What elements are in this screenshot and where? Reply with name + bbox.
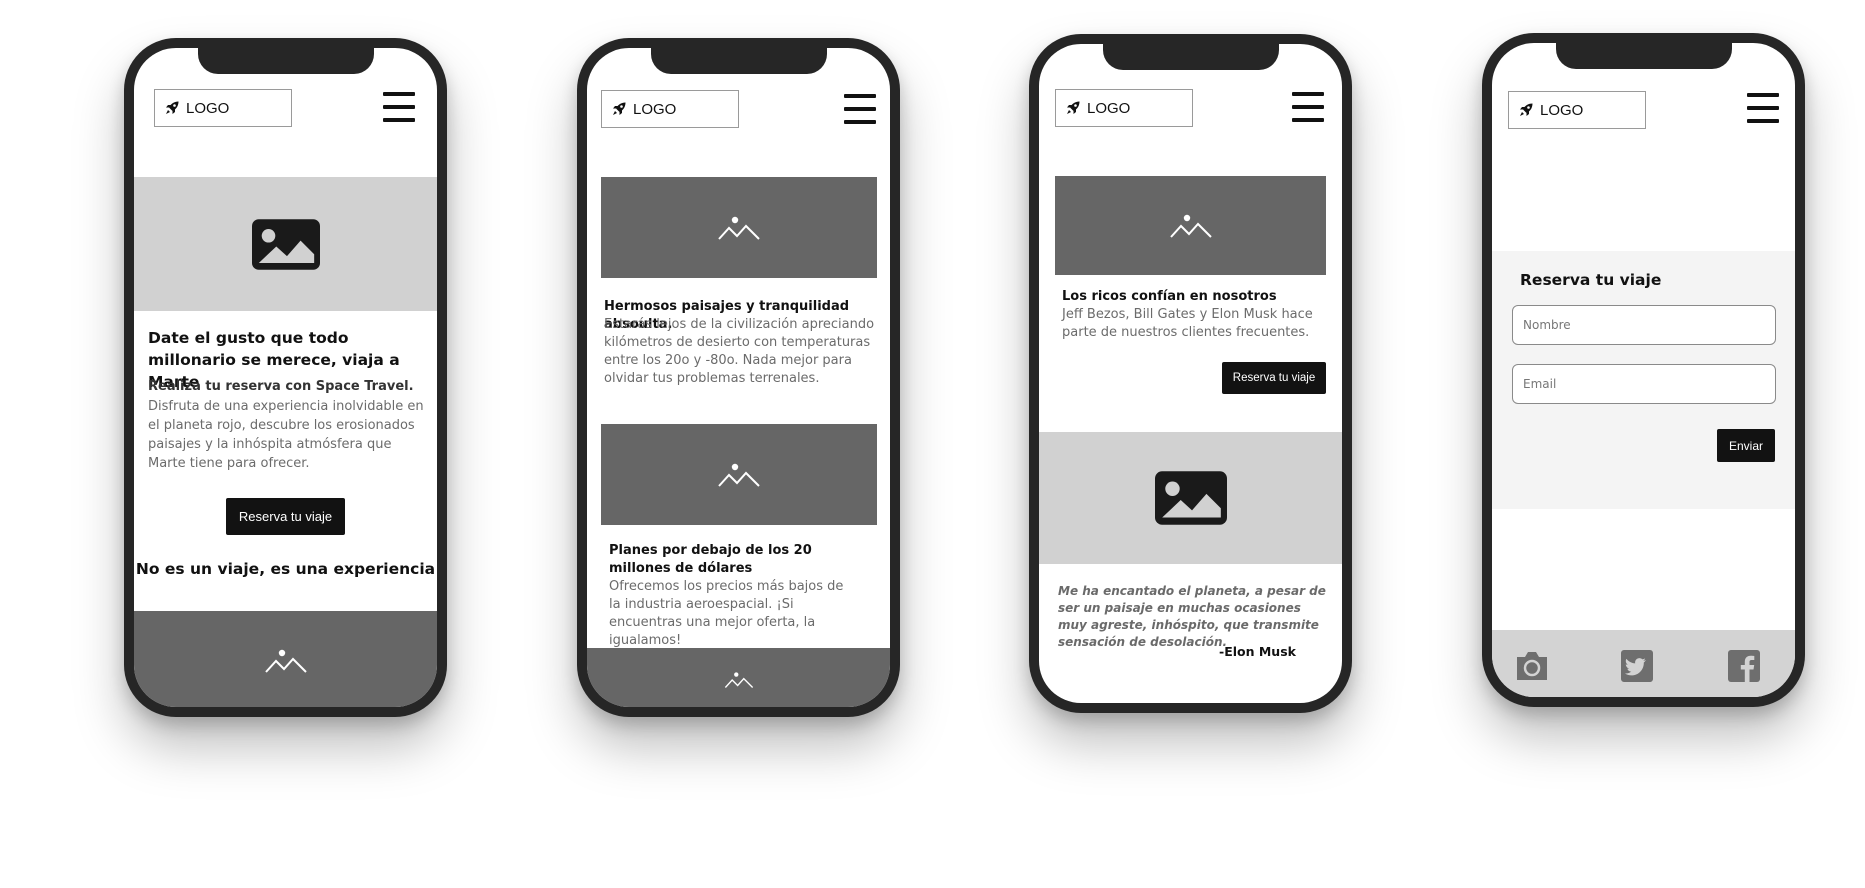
mountain-icon [717, 462, 761, 488]
mountain-icon [717, 215, 761, 241]
phone-mockup-3: LOGO Los ricos confían en nosotros Jeff … [1029, 34, 1352, 713]
logo-label: LOGO [186, 99, 230, 117]
phone-screen-3: LOGO Los ricos confían en nosotros Jeff … [1039, 44, 1342, 703]
phone-screen-2: LOGO Hermosos paisajes y tranquilidad ab… [587, 48, 890, 707]
clients-title: Los ricos confían en nosotros [1062, 289, 1277, 304]
hamburger-menu-icon[interactable] [1292, 92, 1324, 122]
clients-image-placeholder [1055, 176, 1326, 275]
phone-screen-4: LOGO Reserva tu viaje Nombre Email Envia… [1492, 43, 1795, 697]
reserve-trip-button[interactable]: Reserva tu viaje [1222, 362, 1326, 394]
testimonial-author: -Elon Musk [1219, 644, 1296, 659]
email-field[interactable]: Email [1512, 364, 1776, 404]
image-icon [252, 219, 320, 270]
feature-image-2 [601, 424, 877, 525]
hero-image-placeholder [134, 177, 437, 311]
phone-notch [650, 48, 827, 74]
form-title: Reserva tu viaje [1520, 271, 1662, 289]
hamburger-menu-icon[interactable] [844, 94, 876, 124]
phone-mockup-2: LOGO Hermosos paisajes y tranquilidad ab… [577, 38, 900, 717]
rocket-icon [1065, 100, 1081, 116]
feature-text-1: Estarás lejos de la civilización aprecia… [604, 317, 875, 386]
hamburger-menu-icon[interactable] [1747, 93, 1779, 123]
phone-mockup-4: LOGO Reserva tu viaje Nombre Email Envia… [1482, 33, 1805, 707]
rocket-icon [164, 100, 180, 116]
footer-image-placeholder [587, 648, 890, 707]
rocket-icon [611, 101, 627, 117]
feature-image-1 [601, 177, 877, 278]
camera-icon[interactable] [1514, 650, 1550, 682]
logo[interactable]: LOGO [1055, 89, 1193, 127]
hero-subhead: Realiza tu reserva con Space Travel. [148, 379, 414, 394]
name-field[interactable]: Nombre [1512, 305, 1776, 345]
mountain-icon [1169, 213, 1213, 239]
hamburger-menu-icon[interactable] [383, 92, 415, 122]
testimonial-quote: Me ha encantado el planeta, a pesar de s… [1058, 584, 1326, 649]
phone-screen-1: LOGO Date el gusto que todo millonario s… [134, 48, 437, 707]
logo-label: LOGO [633, 100, 677, 118]
logo[interactable]: LOGO [601, 90, 739, 128]
phone-notch [1555, 43, 1732, 69]
logo-label: LOGO [1087, 99, 1131, 117]
phone-notch [197, 48, 374, 74]
mountain-icon [724, 671, 754, 689]
reserve-trip-button[interactable]: Reserva tu viaje [226, 498, 345, 535]
twitter-icon[interactable] [1621, 650, 1653, 682]
logo-label: LOGO [1540, 101, 1584, 119]
image-icon [1155, 471, 1227, 525]
feature-title-2: Planes por debajo de los 20 millones de … [609, 543, 812, 576]
phone-notch [1102, 44, 1279, 70]
logo[interactable]: LOGO [154, 89, 292, 127]
submit-button[interactable]: Enviar [1717, 429, 1775, 462]
hero-body-text: Disfruta de una experiencia inolvidable … [148, 399, 424, 471]
mountain-icon [264, 648, 308, 674]
rocket-icon [1518, 102, 1534, 118]
logo[interactable]: LOGO [1508, 91, 1646, 129]
tagline: No es un viaje, es una experiencia [135, 560, 436, 578]
feature-text-2: Ofrecemos los precios más bajos de la in… [609, 579, 844, 648]
social-footer [1492, 630, 1795, 697]
testimonial-image-placeholder [1039, 432, 1342, 564]
footer-image-placeholder [134, 611, 437, 707]
clients-text: Jeff Bezos, Bill Gates y Elon Musk hace … [1062, 307, 1313, 340]
facebook-icon[interactable] [1728, 650, 1760, 682]
phone-mockup-1: LOGO Date el gusto que todo millonario s… [124, 38, 447, 717]
reservation-form-section: Reserva tu viaje Nombre Email Enviar [1492, 251, 1795, 509]
